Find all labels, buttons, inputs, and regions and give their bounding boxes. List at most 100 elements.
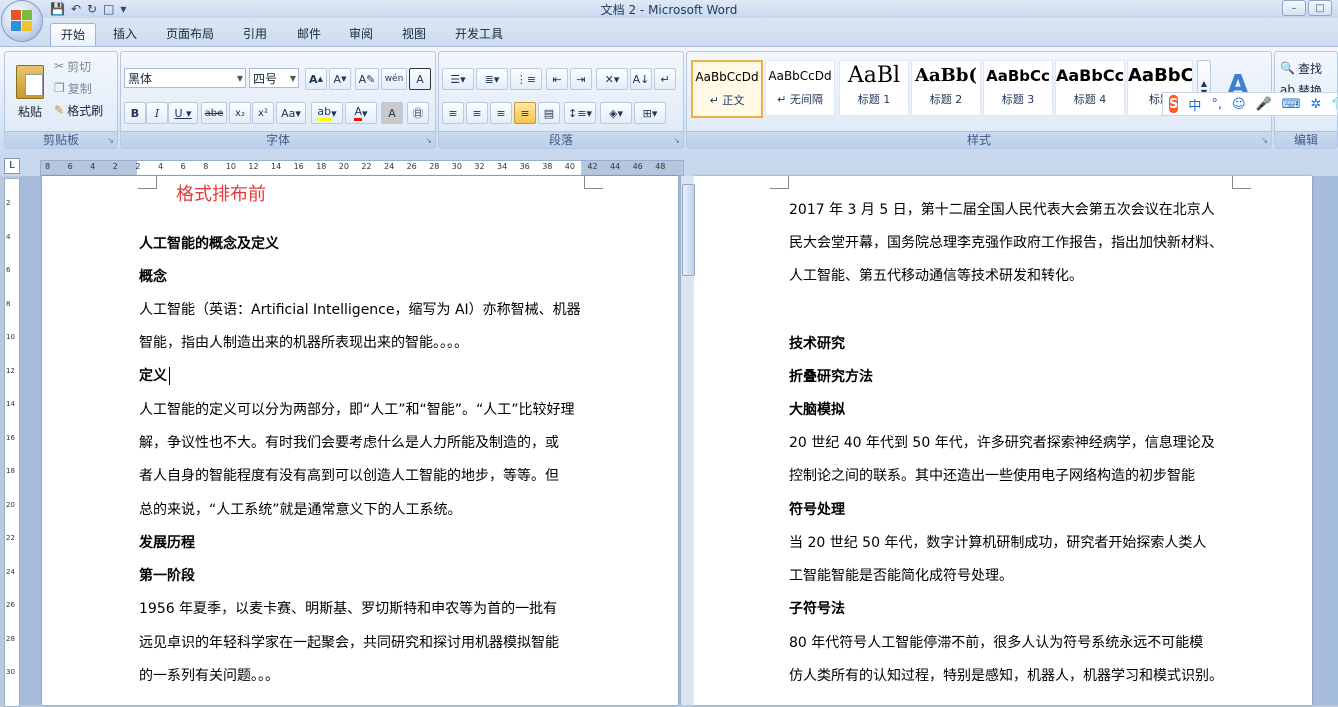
find-label: 查找 (1297, 61, 1322, 76)
tab-page-layout[interactable]: 页面布局 (158, 23, 222, 45)
vertical-scrollbar[interactable] (680, 176, 695, 705)
redo-icon[interactable]: ↻ (87, 2, 97, 16)
qat-more-icon[interactable]: ▾ (120, 2, 126, 16)
microphone-icon[interactable]: 🎤 (1256, 97, 1272, 112)
ruler-tick-label: 44 (610, 162, 621, 171)
style-heading-4[interactable]: AaBbCc 标题 4 (1055, 60, 1125, 116)
subscript-button[interactable]: x₂ (229, 102, 251, 124)
ruler-tick-label: 28 (6, 634, 15, 643)
phonetic-guide-icon[interactable]: wén (381, 68, 407, 90)
left-page[interactable]: 格式排布前 人工智能的概念及定义 概念 人工智能（英语：Artificial I… (42, 176, 678, 705)
scrollbar-thumb[interactable] (682, 184, 695, 276)
punctuation-icon[interactable]: °, (1211, 97, 1222, 112)
style-preview: AaBbCcDd (695, 70, 759, 84)
change-case-button[interactable]: Aa▾ (276, 102, 306, 124)
char-border-icon[interactable]: A (409, 68, 431, 90)
align-right-icon[interactable]: ≡ (490, 102, 512, 124)
body-line: 1956 年夏季，以麦卡赛、明斯基、罗切斯特和申农等为首的一批有 (139, 601, 558, 617)
style-no-spacing[interactable]: AaBbCcDd ↵ 无间隔 (765, 60, 835, 116)
font-color-button[interactable]: A ▾ (345, 102, 377, 124)
multilevel-list-button[interactable]: ⋮≡ (510, 68, 542, 90)
numbering-button[interactable]: ≣▾ (476, 68, 508, 90)
align-center-icon[interactable]: ≡ (466, 102, 488, 124)
chevron-down-icon: ▼ (289, 74, 296, 83)
style-heading-3[interactable]: AaBbCc 标题 3 (983, 60, 1053, 116)
dialog-launcher-icon[interactable]: ↘ (1261, 136, 1268, 145)
right-page[interactable]: 2017 年 3 月 5 日，第十二届全国人民代表大会第五次会议在北京人 民大会… (694, 176, 1312, 705)
chinese-layout-icon[interactable]: ✕▾ (596, 68, 628, 90)
body-line: 人工智能的定义可以分为两部分，即“人工”和“智能”。“人工”比较好理 (139, 402, 575, 418)
ruler-tick-label: 8 (203, 162, 209, 171)
print-preview-icon[interactable]: □ (103, 2, 114, 16)
shading-icon[interactable]: ◈▾ (600, 102, 632, 124)
italic-button[interactable]: I (146, 102, 168, 124)
char-shading-icon[interactable]: A (381, 102, 403, 124)
tab-review[interactable]: 审阅 (340, 23, 382, 45)
tab-references[interactable]: 引用 (234, 23, 276, 45)
cut-button[interactable]: ✂ 剪切 (53, 56, 115, 76)
ime-language-toggle[interactable]: 中 (1188, 95, 1201, 114)
binoculars-icon: 🔍 (1280, 61, 1295, 75)
shrink-font-button[interactable]: A ▼ (329, 68, 351, 90)
superscript-button[interactable]: x² (252, 102, 274, 124)
style-heading-2[interactable]: AaBb( 标题 2 (911, 60, 981, 116)
crop-mark (584, 176, 603, 189)
strikethrough-button[interactable]: abe (201, 102, 227, 124)
maximize-button[interactable]: □ (1308, 0, 1332, 16)
tab-insert[interactable]: 插入 (104, 23, 146, 45)
copy-button[interactable]: ❐ 复制 (53, 78, 115, 98)
ruler-tick-label: 22 (361, 162, 372, 171)
format-painter-label: 格式刷 (67, 103, 104, 118)
distributed-icon[interactable]: ▤ (538, 102, 560, 124)
bold-button[interactable]: B (124, 102, 146, 124)
vertical-ruler[interactable]: 2 4 6 8 10 12 14 16 18 20 22 24 26 28 30 (4, 178, 20, 707)
tab-mailings[interactable]: 邮件 (288, 23, 330, 45)
tab-view[interactable]: 视图 (393, 23, 435, 45)
style-preview: AaBbCcDd (768, 69, 832, 83)
line-spacing-icon[interactable]: ↕≡▾ (564, 102, 596, 124)
save-icon[interactable]: 💾 (50, 2, 65, 16)
minimize-button[interactable]: – (1282, 0, 1306, 16)
undo-icon[interactable]: ↶ (71, 2, 81, 16)
clear-format-icon[interactable]: A✎ (355, 68, 379, 90)
show-marks-icon[interactable]: ↵ (654, 68, 676, 90)
underline-button[interactable]: U ▾ (168, 102, 198, 124)
paste-label: 粘贴 (17, 104, 42, 119)
highlight-color-button[interactable]: ab ▾ (311, 102, 343, 124)
style-heading-1[interactable]: AaBl 标题 1 (839, 60, 909, 116)
font-name-combo[interactable]: 黑体 ▼ (124, 68, 246, 88)
tab-selector-icon[interactable]: L (4, 158, 20, 174)
keyboard-icon[interactable]: ⌨ (1282, 97, 1301, 112)
justify-icon[interactable]: ≡ (514, 102, 536, 124)
ruler-tick-label: 30 (451, 162, 462, 171)
align-left-icon[interactable]: ≡ (442, 102, 464, 124)
tools-icon[interactable]: ✲ (1311, 97, 1322, 112)
copy-label: 复制 (67, 81, 92, 96)
crop-mark (1232, 176, 1251, 189)
style-normal[interactable]: AaBbCcDd ↵ 正文 (691, 60, 763, 118)
paste-button[interactable]: 粘贴 (9, 56, 51, 128)
borders-icon[interactable]: ⊞▾ (634, 102, 666, 124)
format-painter-button[interactable]: ✎ 格式刷 (53, 100, 117, 120)
dialog-launcher-icon[interactable]: ↘ (673, 136, 680, 145)
grow-font-button[interactable]: A ▲ (305, 68, 327, 90)
dialog-launcher-icon[interactable]: ↘ (107, 136, 114, 145)
tab-developer[interactable]: 开发工具 (447, 23, 511, 45)
tab-home[interactable]: 开始 (50, 23, 96, 46)
ruler-tick-label: 4 (158, 162, 164, 171)
office-button[interactable] (2, 1, 42, 41)
skin-icon[interactable]: 👕 (1331, 97, 1338, 112)
emoji-icon[interactable]: ☺ (1232, 97, 1246, 112)
horizontal-ruler[interactable]: 8 6 4 2 2 4 6 8 10 12 14 16 18 20 22 24 26 28 30 32 34 36 38 40… (40, 160, 684, 176)
ruler-tick-label: 24 (6, 567, 15, 576)
enclose-char-icon[interactable]: ㊐ (407, 102, 429, 124)
decrease-indent-icon[interactable]: ⇤ (546, 68, 568, 90)
sort-icon[interactable]: A↓ (630, 68, 652, 90)
dialog-launcher-icon[interactable]: ↘ (425, 136, 432, 145)
bullets-button[interactable]: ☰▾ (442, 68, 474, 90)
increase-indent-icon[interactable]: ⇥ (570, 68, 592, 90)
find-button[interactable]: 🔍 查找 (1279, 58, 1337, 78)
ribbon-tabs: 开始 插入 页面布局 引用 邮件 审阅 视图 开发工具 (0, 18, 1338, 46)
font-size-combo[interactable]: 四号 ▼ (249, 68, 299, 88)
window-title: 文档 2 - Microsoft Word (600, 3, 738, 17)
